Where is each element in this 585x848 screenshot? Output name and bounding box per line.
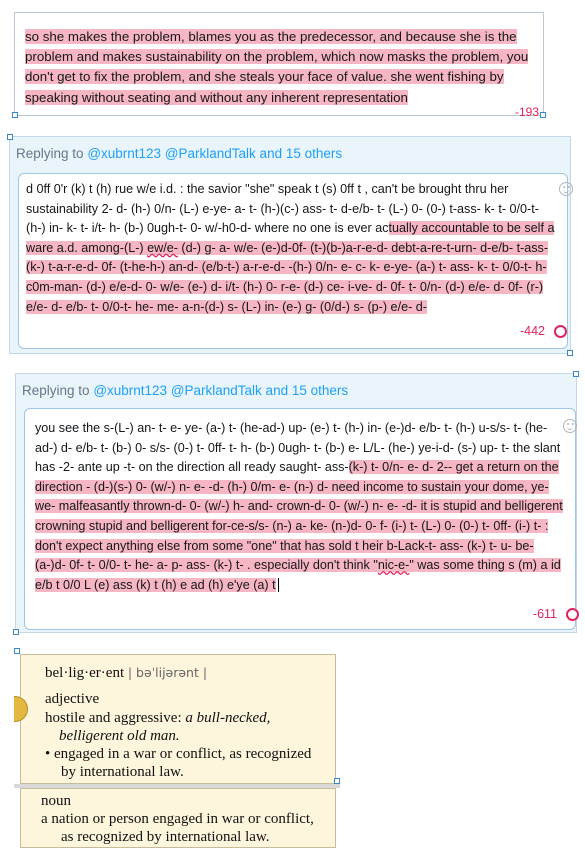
dictionary-card-noun: noun a nation or person engaged in war o…: [20, 788, 336, 848]
overflow-text: (k-) t- 0/n- e- d- 2-- get a return on t…: [35, 460, 563, 573]
resize-handle[interactable]: [567, 350, 573, 356]
reply-recipients-link[interactable]: @xubrnt123 @ParklandTalk and 15 others: [87, 146, 342, 161]
misspelled-word: ew/e-: [147, 240, 178, 255]
character-count: -193: [514, 105, 539, 119]
tweet-text-panel: so she makes the problem, blames you as …: [12, 12, 546, 119]
emoji-icon[interactable]: [559, 182, 573, 196]
reply-composer: Replying to @xubrnt123 @ParklandTalk and…: [13, 371, 579, 635]
emoji-icon[interactable]: [563, 419, 577, 433]
reply-recipients-link[interactable]: @xubrnt123 @ParklandTalk and 15 others: [93, 383, 348, 398]
character-count: -442: [519, 324, 545, 338]
highlighted-text: so she makes the problem, blames you as …: [25, 29, 529, 105]
definition-text: engaged in a war or conflict, as recogni…: [54, 746, 312, 762]
resize-handle[interactable]: [334, 778, 340, 784]
resize-handle[interactable]: [13, 629, 19, 635]
character-count: -611: [532, 607, 557, 621]
replying-to-label: Replying to @xubrnt123 @ParklandTalk and…: [16, 146, 342, 161]
definition-line: • engaged in a war or conflict, as recog…: [45, 746, 311, 763]
reply-text: you see the s-(L-) an- t- e- ye- (a-) t-…: [35, 419, 565, 595]
resize-handle[interactable]: [573, 371, 579, 377]
text-cursor: [277, 577, 279, 592]
tweet-text: so she makes the problem, blames you as …: [25, 27, 537, 108]
resize-handle[interactable]: [12, 112, 18, 118]
example-text: a bull-necked,: [185, 710, 271, 726]
replying-prefix: Replying to: [22, 383, 90, 398]
replying-prefix: Replying to: [16, 146, 84, 161]
headword-text: bel·lig·er·ent: [45, 665, 125, 681]
resize-handle[interactable]: [14, 648, 20, 654]
resize-handle[interactable]: [7, 134, 13, 140]
misspelled-word: nic-e-: [377, 558, 410, 573]
reply-text: d 0ff 0'r (k) t (h) rue w/e i.d. : the s…: [26, 180, 556, 317]
dictionary-card-adjective: bel·lig·er·ent | bəˈlijərənt | adjective…: [20, 654, 336, 784]
definition-line: hostile and aggressive: a bull-necked,: [45, 710, 270, 727]
definition-text: by international law.: [61, 764, 184, 780]
part-of-speech: noun: [41, 793, 71, 809]
definition-text: a nation or person engaged in war or con…: [41, 811, 314, 827]
reply-textbox[interactable]: d 0ff 0'r (k) t (h) rue w/e i.d. : the s…: [18, 173, 573, 349]
reply-textbox[interactable]: you see the s-(L-) an- t- e- ye- (a-) t-…: [24, 408, 579, 630]
replying-to-label: Replying to @xubrnt123 @ParklandTalk and…: [22, 383, 348, 398]
progress-ring-icon: [554, 325, 567, 338]
dictionary-popup: bel·lig·er·ent | bəˈlijərənt | adjective…: [14, 648, 340, 848]
bullet: •: [45, 746, 51, 762]
definition-text: hostile and aggressive:: [45, 710, 182, 726]
dictionary-headword: bel·lig·er·ent | bəˈlijərənt |: [45, 665, 207, 682]
resize-handle[interactable]: [540, 112, 546, 118]
part-of-speech: adjective: [45, 691, 100, 707]
pronunciation: | bəˈlijərənt |: [127, 665, 208, 680]
reply-composer: Replying to @xubrnt123 @ParklandTalk and…: [7, 134, 573, 356]
example-text: belligerent old man.: [59, 728, 180, 744]
progress-ring-icon: [566, 608, 579, 621]
